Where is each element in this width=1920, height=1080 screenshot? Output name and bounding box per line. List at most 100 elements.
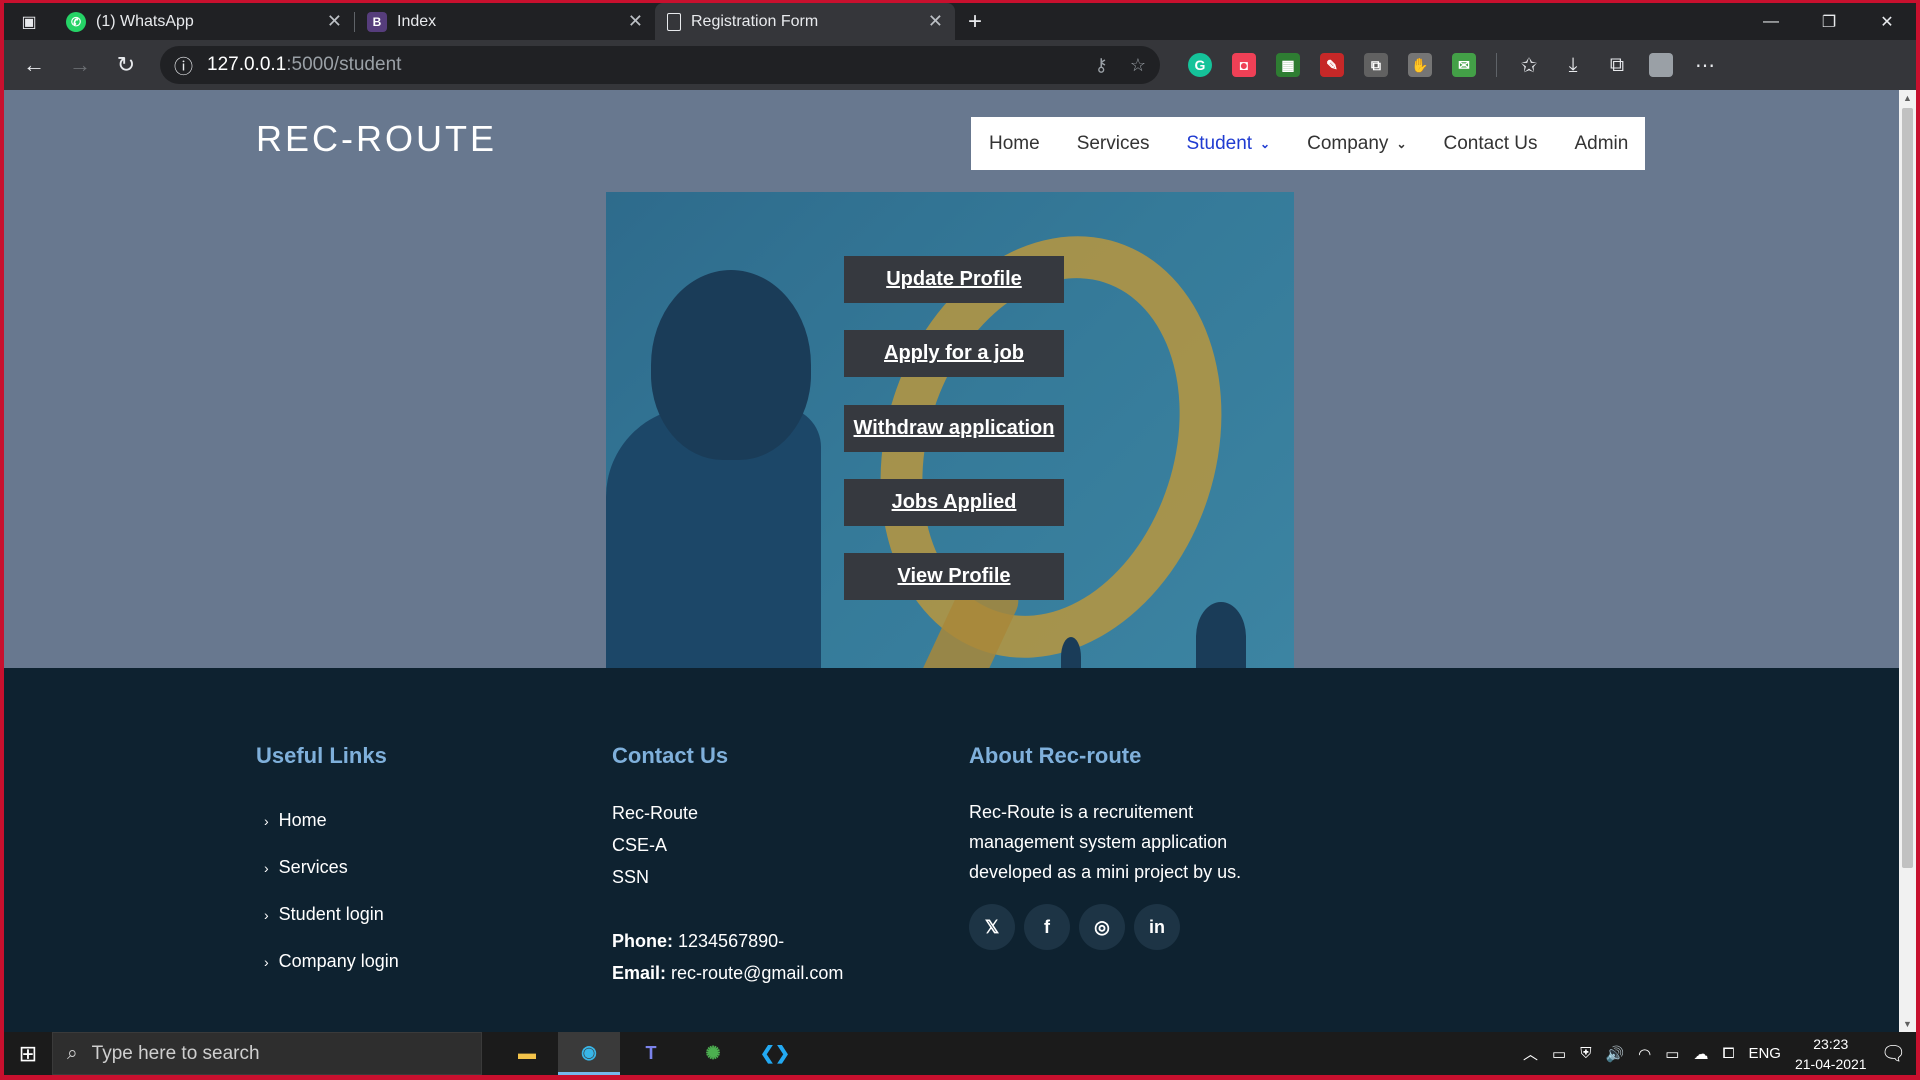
phone-label: Phone: bbox=[612, 931, 673, 951]
about-section: About Rec-route Rec-Route is a recruitem… bbox=[969, 743, 1259, 950]
collections-icon[interactable]: ⧉ bbox=[1605, 53, 1629, 77]
twitter-icon[interactable]: 𝕏 bbox=[969, 904, 1015, 950]
info-icon[interactable]: ⓘ bbox=[174, 52, 193, 79]
useful-links-heading: Useful Links bbox=[256, 743, 387, 768]
footer-link-label: Student login bbox=[278, 904, 384, 924]
whatsapp-icon: ✆ bbox=[66, 11, 86, 32]
view-profile-button[interactable]: View Profile bbox=[844, 553, 1064, 600]
tab-title: Registration Form bbox=[691, 12, 819, 30]
windows-start-icon[interactable]: ⊞ bbox=[4, 1032, 52, 1075]
withdraw-application-button[interactable]: Withdraw application bbox=[844, 405, 1064, 452]
teams-icon[interactable]: T bbox=[620, 1032, 682, 1075]
downloads-icon[interactable]: ⤓ bbox=[1561, 53, 1585, 77]
notifications-icon[interactable]: 🗨 bbox=[1881, 1041, 1906, 1066]
url-path: :5000/student bbox=[286, 54, 402, 75]
security-icon[interactable]: ⛨ bbox=[1580, 1045, 1591, 1062]
toolbar-divider bbox=[1496, 53, 1497, 77]
volume-icon[interactable]: 🔊 bbox=[1605, 1045, 1624, 1063]
highlighter-extension-icon[interactable]: ✎ bbox=[1320, 53, 1344, 77]
reload-button[interactable]: ↻ bbox=[106, 45, 146, 85]
windows-taskbar: ⊞ ⌕ Type here to search ▬ ◉ T ✺ ❮❯ ︿ ▭ ⛨… bbox=[4, 1032, 1916, 1075]
onedrive-icon[interactable]: ☁ bbox=[1693, 1045, 1708, 1063]
chevron-up-icon[interactable]: ︿ bbox=[1523, 1043, 1538, 1064]
hand-extension-icon[interactable]: ✋ bbox=[1408, 53, 1432, 77]
taskbar-search[interactable]: ⌕ Type here to search bbox=[52, 1032, 482, 1075]
footer-link-services[interactable]: › Services bbox=[256, 844, 399, 891]
window-controls: — ❐ ✕ bbox=[1742, 3, 1916, 40]
key-icon[interactable]: ⚷ bbox=[1095, 55, 1108, 76]
close-icon[interactable]: ✕ bbox=[628, 11, 643, 32]
facebook-icon[interactable]: f bbox=[1024, 904, 1070, 950]
language-indicator[interactable]: ENG bbox=[1748, 1045, 1781, 1062]
phone-value: 1234567890- bbox=[678, 931, 785, 951]
restore-button[interactable]: ❐ bbox=[1800, 3, 1858, 40]
new-tab-button[interactable]: + bbox=[955, 3, 995, 40]
close-icon[interactable]: ✕ bbox=[327, 11, 342, 32]
linkedin-icon[interactable]: in bbox=[1134, 904, 1180, 950]
forward-button[interactable]: → bbox=[60, 45, 100, 85]
apply-job-button[interactable]: Apply for a job bbox=[844, 330, 1064, 377]
file-explorer-icon[interactable]: ▬ bbox=[496, 1032, 558, 1075]
nav-admin[interactable]: Admin bbox=[1574, 133, 1628, 155]
vscode-icon[interactable]: ❮❯ bbox=[744, 1032, 806, 1075]
footer-link-home[interactable]: › Home bbox=[256, 797, 399, 844]
scroll-up-arrow[interactable]: ▲ bbox=[1899, 90, 1916, 106]
profile-avatar[interactable] bbox=[1649, 53, 1673, 77]
footer-link-label: Company login bbox=[278, 951, 399, 971]
tab-index[interactable]: B Index ✕ bbox=[355, 3, 655, 40]
calendar-extension-icon[interactable]: ▦ bbox=[1276, 53, 1300, 77]
chevron-right-icon: › bbox=[264, 859, 269, 876]
useful-links-section: Useful Links › Home › Services › Student lo… bbox=[256, 743, 399, 985]
jobs-applied-button[interactable]: Jobs Applied bbox=[844, 479, 1064, 526]
edge-icon[interactable]: ◉ bbox=[558, 1032, 620, 1075]
more-menu-icon[interactable]: ⋯ bbox=[1693, 53, 1717, 77]
favorites-icon[interactable]: ✩ bbox=[1517, 53, 1541, 77]
close-window-button[interactable]: ✕ bbox=[1858, 3, 1916, 40]
add-favorite-icon[interactable]: ☆ bbox=[1130, 55, 1146, 76]
mail-extension-icon[interactable]: ✉ bbox=[1452, 53, 1476, 77]
contact-heading: Contact Us bbox=[612, 743, 729, 768]
nav-home[interactable]: Home bbox=[989, 133, 1040, 155]
wifi-icon[interactable]: ◠ bbox=[1638, 1045, 1651, 1063]
nav-contact-us[interactable]: Contact Us bbox=[1444, 133, 1538, 155]
browser-toolbar: ← → ↻ ⓘ 127.0.0.1:5000/student ⚷ ☆ G ◘ ▦… bbox=[4, 40, 1916, 90]
contact-line: CSE-A bbox=[612, 835, 668, 855]
about-heading: About Rec-route bbox=[969, 743, 1142, 768]
search-icon: ⌕ bbox=[67, 1042, 78, 1064]
footer-link-company-login[interactable]: › Company login bbox=[256, 938, 399, 985]
clock-time: 23:23 bbox=[1813, 1035, 1849, 1052]
tablet-mode-icon[interactable]: ⧠ bbox=[1722, 1045, 1734, 1062]
tab-whatsapp[interactable]: ✆ (1) WhatsApp ✕ bbox=[54, 3, 354, 40]
tab-registration-form[interactable]: Registration Form ✕ bbox=[655, 3, 955, 40]
minimize-button[interactable]: — bbox=[1742, 3, 1800, 40]
nav-student[interactable]: Student ⌄ bbox=[1187, 133, 1271, 155]
clock[interactable]: 23:23 21-04-2021 bbox=[1795, 1034, 1867, 1074]
email-value: rec-route@gmail.com bbox=[671, 963, 844, 983]
footer-link-student-login[interactable]: › Student login bbox=[256, 891, 399, 938]
window-menu-icon[interactable]: ▣ bbox=[4, 3, 54, 40]
browser-window: ▣ ✆ (1) WhatsApp ✕ B Index ✕ Registratio… bbox=[4, 3, 1916, 1075]
page-scrollbar[interactable]: ▲ ▼ bbox=[1899, 90, 1916, 1032]
nav-company[interactable]: Company ⌄ bbox=[1307, 133, 1406, 155]
address-bar[interactable]: ⓘ 127.0.0.1:5000/student ⚷ ☆ bbox=[160, 46, 1160, 84]
back-button[interactable]: ← bbox=[14, 45, 54, 85]
nav-services[interactable]: Services bbox=[1077, 133, 1150, 155]
update-profile-button[interactable]: Update Profile bbox=[844, 256, 1064, 303]
meet-icon[interactable]: ▭ bbox=[1552, 1045, 1566, 1063]
battery-icon[interactable]: ▭ bbox=[1665, 1045, 1679, 1063]
person-head bbox=[651, 270, 811, 460]
scrollbar-thumb[interactable] bbox=[1902, 108, 1913, 868]
hero-illustration: Update Profile Apply for a job Withdraw … bbox=[606, 192, 1294, 668]
small-person bbox=[1196, 602, 1246, 668]
search-placeholder: Type here to search bbox=[91, 1042, 260, 1064]
copy-extension-icon[interactable]: ⧉ bbox=[1364, 53, 1388, 77]
about-text: Rec-Route is a recruitement management s… bbox=[969, 802, 1242, 882]
pocket-extension-icon[interactable]: ◘ bbox=[1232, 53, 1256, 77]
scroll-down-arrow[interactable]: ▼ bbox=[1899, 1016, 1916, 1032]
grammarly-extension-icon[interactable]: G bbox=[1188, 53, 1212, 77]
extensions-bar: G ◘ ▦ ✎ ⧉ ✋ ✉ ✩ ⤓ ⧉ ⋯ bbox=[1188, 53, 1717, 77]
instagram-icon[interactable]: ◎ bbox=[1079, 904, 1125, 950]
chrome-icon[interactable]: ✺ bbox=[682, 1032, 744, 1075]
close-icon[interactable]: ✕ bbox=[928, 11, 943, 32]
site-logo[interactable]: REC-ROUTE bbox=[256, 118, 497, 160]
